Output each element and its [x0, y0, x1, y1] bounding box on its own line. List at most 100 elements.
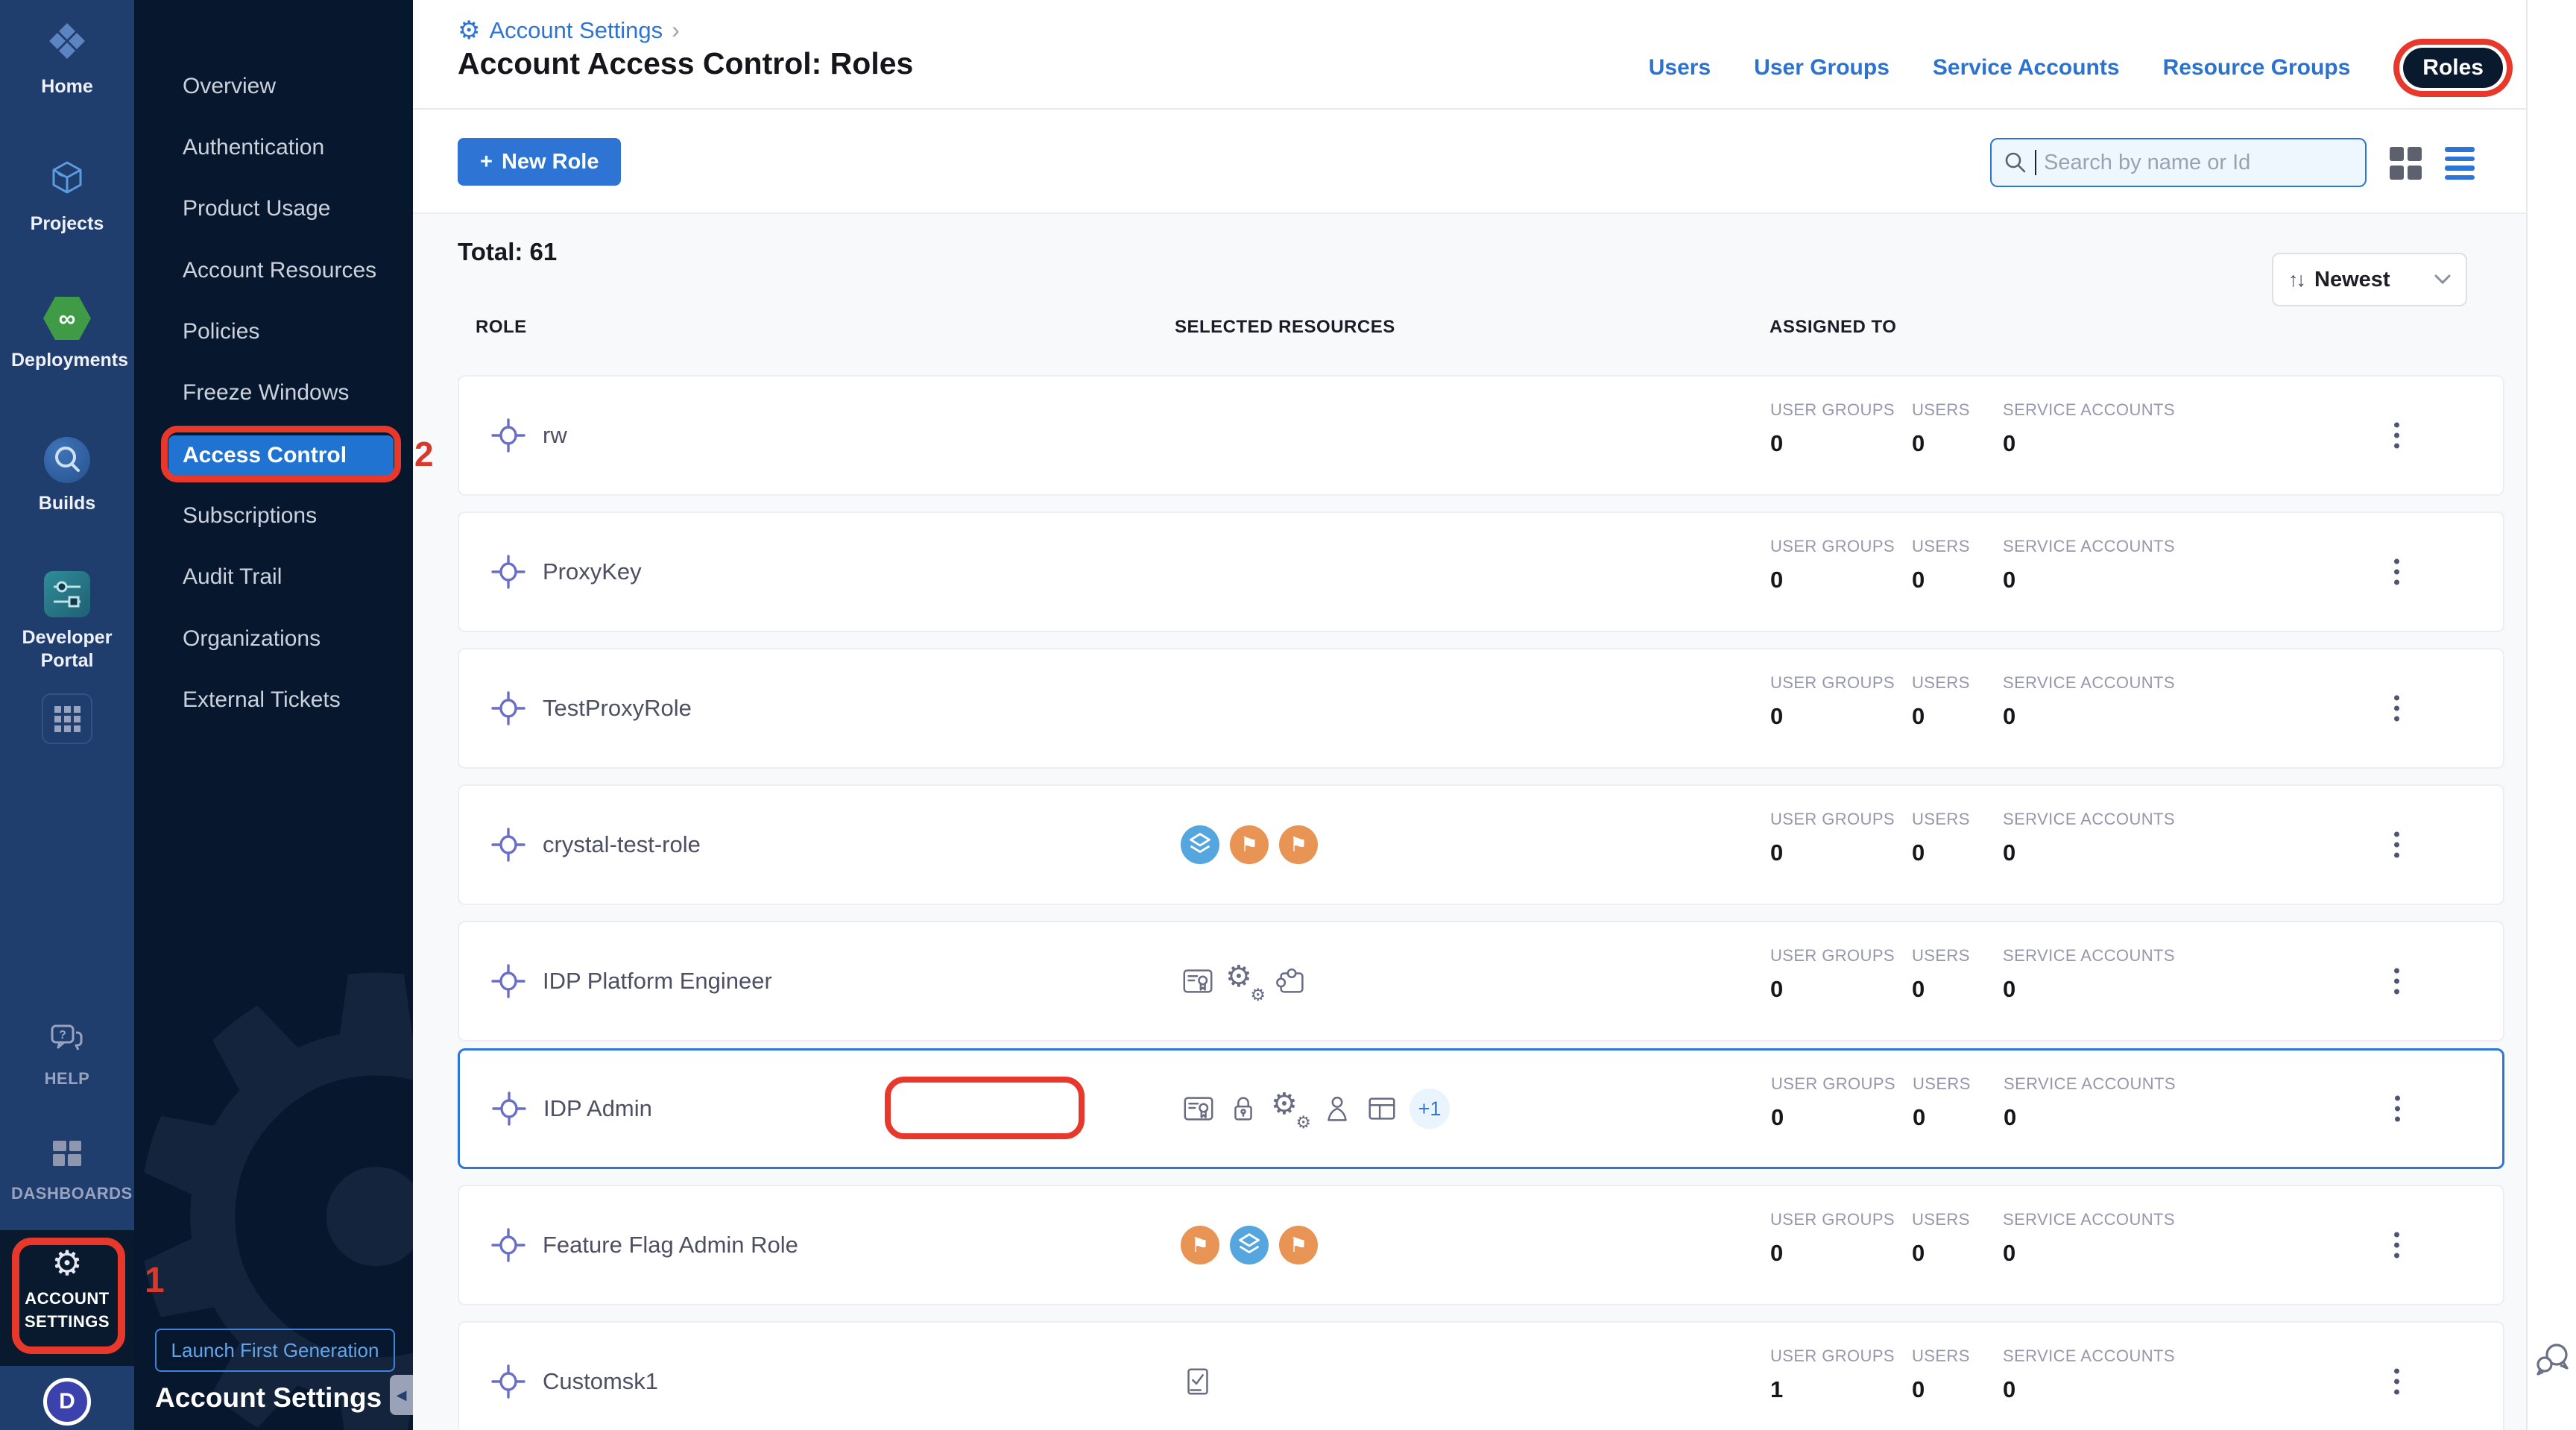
- total-count: Total: 61: [458, 238, 557, 266]
- service-accounts-count: 0: [2003, 1376, 2015, 1403]
- sidebar-collapse-handle[interactable]: ◀: [390, 1375, 413, 1415]
- sidebar-item-builds[interactable]: Builds: [0, 437, 134, 515]
- sidebar-item-organizations[interactable]: Organizations: [183, 618, 321, 660]
- annotation-ring-roles: Roles: [2393, 39, 2513, 97]
- rail-label-projects: Projects: [11, 212, 123, 236]
- sidebar-item-account-resources[interactable]: Account Resources: [183, 250, 376, 292]
- sidebar-item-overview[interactable]: Overview: [183, 66, 276, 107]
- column-header-resources: SELECTED RESOURCES: [1175, 317, 1395, 338]
- module-selector-button[interactable]: [0, 693, 134, 744]
- table-row[interactable]: crystal-test-role ⚑⚑ USER GROUPS0 USERS0…: [458, 784, 2504, 905]
- lock-icon: [1226, 1092, 1260, 1126]
- sort-arrows-icon: ↑↓: [2288, 268, 2304, 292]
- flag-icon: ⚑: [1230, 825, 1269, 864]
- kebab-menu-icon[interactable]: [2387, 825, 2407, 866]
- service-accounts-count: 0: [2003, 840, 2015, 866]
- sidebar-item-help[interactable]: ? HELP: [0, 1023, 134, 1090]
- sidebar-item-audit-trail[interactable]: Audit Trail: [183, 556, 282, 598]
- sidebar-item-external-tickets[interactable]: External Tickets: [183, 679, 341, 721]
- sidebar-item-account-settings[interactable]: ⚙ ACCOUNT SETTINGS: [0, 1230, 134, 1366]
- help-chat-icon: ?: [49, 1023, 85, 1058]
- tab-user-groups[interactable]: User Groups: [1754, 55, 1890, 81]
- new-role-button[interactable]: + New Role: [458, 138, 621, 186]
- kebab-menu-icon[interactable]: [2387, 415, 2407, 456]
- tab-service-accounts[interactable]: Service Accounts: [1933, 55, 2120, 81]
- search-input[interactable]: [2044, 151, 2353, 175]
- sidebar-item-deployments[interactable]: ∞ Deployments: [0, 297, 134, 372]
- kebab-menu-icon[interactable]: [2387, 1225, 2407, 1266]
- tab-resource-groups[interactable]: Resource Groups: [2163, 55, 2351, 81]
- sidebar-item-access-control-active[interactable]: Access Control: [168, 435, 394, 476]
- flag-icon: ⚑: [1279, 1226, 1318, 1264]
- user-groups-count: 0: [1770, 976, 1783, 1003]
- sidebar-item-home[interactable]: Home: [0, 19, 134, 98]
- sort-dropdown[interactable]: ↑↓ Newest: [2272, 253, 2467, 306]
- rail-label-home: Home: [11, 75, 123, 98]
- role-name: rw: [543, 422, 567, 449]
- sidebar-item-product-usage[interactable]: Product Usage: [183, 188, 330, 230]
- tab-roles-active[interactable]: Roles: [2403, 48, 2503, 88]
- sidebar-item-developer-portal[interactable]: Developer Portal: [0, 571, 134, 673]
- tab-users[interactable]: Users: [1649, 55, 1711, 81]
- kebab-menu-icon[interactable]: [2387, 961, 2407, 1002]
- sidebar-item-projects[interactable]: Projects: [0, 158, 134, 236]
- table-row[interactable]: TestProxyRole USER GROUPS0 USERS0 SERVIC…: [458, 648, 2504, 769]
- rail-label-dashboards: DASHBOARDS: [11, 1182, 123, 1205]
- list-view-toggle[interactable]: [2445, 147, 2478, 180]
- service-accounts-count: 0: [2003, 1240, 2015, 1267]
- role-name: IDP Platform Engineer: [543, 968, 772, 995]
- table-row[interactable]: Feature Flag Admin Role ⚑⚑ USER GROUPS0 …: [458, 1185, 2504, 1305]
- annotation-step-1: 1: [145, 1260, 165, 1301]
- sidebar-item-subscriptions[interactable]: Subscriptions: [183, 495, 317, 537]
- gears-icon: ⚙⚙: [1271, 1091, 1310, 1127]
- annotation-step-2: 2: [414, 434, 434, 474]
- service-accounts-count: 0: [2003, 430, 2015, 457]
- kebab-menu-icon[interactable]: [2387, 1089, 2408, 1130]
- users-count: 0: [1912, 703, 1925, 730]
- layout-icon: [1365, 1092, 1399, 1126]
- role-crosshair-icon: [490, 554, 526, 590]
- role-crosshair-icon: [490, 827, 526, 863]
- role-name: Customsk1: [543, 1368, 658, 1395]
- sidebar-item-freeze-windows[interactable]: Freeze Windows: [183, 372, 349, 414]
- table-row[interactable]: rw USER GROUPS0 USERS0 SERVICE ACCOUNTS0: [458, 375, 2504, 496]
- cube-icon: [46, 158, 88, 204]
- certificate-icon: [1181, 964, 1215, 998]
- sort-selected-value: Newest: [2314, 268, 2424, 292]
- column-header-role: ROLE: [476, 317, 527, 338]
- role-crosshair-icon: [490, 690, 526, 726]
- gears-icon: ⚙⚙: [1225, 963, 1264, 999]
- role-crosshair-icon: [491, 1091, 527, 1127]
- launch-first-generation-button[interactable]: Launch First Generation: [155, 1329, 395, 1372]
- svg-text:?: ?: [59, 1029, 66, 1042]
- table-row[interactable]: ProxyKey USER GROUPS0 USERS0 SERVICE ACC…: [458, 511, 2504, 632]
- breadcrumb-account-settings-link[interactable]: Account Settings: [489, 17, 663, 44]
- role-name: crystal-test-role: [543, 831, 701, 858]
- right-gutter: [2526, 0, 2576, 1430]
- kebab-menu-icon[interactable]: [2387, 688, 2407, 729]
- support-chat-icon[interactable]: [2532, 1338, 2574, 1380]
- user-groups-count: 1: [1770, 1376, 1783, 1403]
- page-title: Account Access Control: Roles: [458, 46, 913, 81]
- module-icon: [1275, 964, 1309, 998]
- overflow-count-badge: +1: [1409, 1089, 1450, 1129]
- kebab-menu-icon[interactable]: [2387, 552, 2407, 593]
- roles-toolbar: + New Role: [413, 111, 2576, 214]
- builds-icon: [44, 437, 90, 483]
- user-avatar[interactable]: D: [43, 1378, 91, 1426]
- kebab-menu-icon[interactable]: [2387, 1361, 2407, 1402]
- grid-view-toggle[interactable]: [2390, 147, 2422, 180]
- access-control-tabs: Users User Groups Service Accounts Resou…: [1649, 39, 2513, 97]
- sidebar-item-policies[interactable]: Policies: [183, 311, 259, 353]
- table-row[interactable]: IDP Platform Engineer ⚙⚙ USER GROUPS0 US…: [458, 921, 2504, 1042]
- account-settings-gear-icon: ⚙: [458, 17, 480, 44]
- sidebar-item-dashboards[interactable]: DASHBOARDS: [0, 1139, 134, 1205]
- role-crosshair-icon: [490, 1227, 526, 1263]
- column-header-assigned: ASSIGNED TO: [1770, 317, 1896, 338]
- sidebar-item-authentication[interactable]: Authentication: [183, 127, 324, 168]
- rail-label-builds: Builds: [11, 492, 123, 515]
- table-row[interactable]: Customsk1 USER GROUPS1 USERS0 SERVICE AC…: [458, 1321, 2504, 1430]
- table-row-selected[interactable]: IDP Admin ⚙⚙+1 USER GROUPS0 USERS0 SERVI…: [458, 1048, 2504, 1169]
- role-crosshair-icon: [490, 418, 526, 453]
- main-content: ⚙ Account Settings › Account Access Cont…: [413, 0, 2576, 1430]
